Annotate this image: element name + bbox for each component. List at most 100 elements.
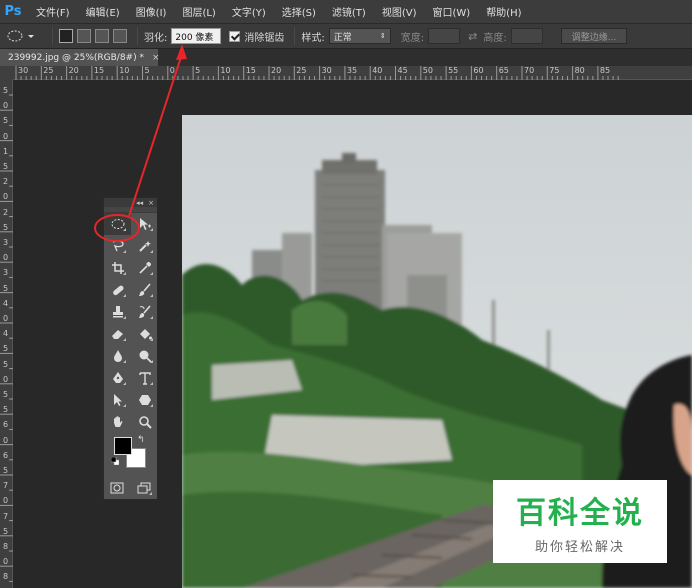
swap-colors-icon[interactable]: ↰ bbox=[137, 435, 145, 445]
antialias-checkbox[interactable] bbox=[229, 30, 241, 42]
feather-label: 羽化: bbox=[144, 32, 168, 44]
photoshop-window: Ps 文件(F) 编辑(E) 图像(I) 图层(L) 文字(Y) 选择(S) 滤… bbox=[0, 0, 692, 588]
ruler-label: 5 bbox=[3, 116, 9, 126]
ruler-label: 70 bbox=[524, 66, 535, 75]
menu-view[interactable]: 视图(V) bbox=[382, 4, 417, 19]
quick-selection-tool[interactable] bbox=[131, 235, 158, 257]
ruler-horizontal[interactable]: 30 25 20 15 10 5 0 5 10 15 20 25 30 35 40 45 50 55 60 65 70 7… bbox=[13, 66, 692, 80]
ruler-label: 7 bbox=[3, 511, 9, 521]
ruler-label: 75 bbox=[549, 66, 560, 75]
feather-input[interactable]: 200 像素 bbox=[171, 28, 222, 44]
foreground-color-swatch[interactable] bbox=[114, 437, 132, 455]
path-selection-tool[interactable] bbox=[104, 389, 131, 411]
crop-icon bbox=[111, 262, 124, 274]
default-colors-icon[interactable] bbox=[111, 457, 119, 465]
color-swatches: ↰ bbox=[104, 433, 157, 477]
intersect-selection-icon[interactable] bbox=[113, 29, 127, 43]
menu-select[interactable]: 选择(S) bbox=[282, 4, 316, 19]
menu-image[interactable]: 图像(I) bbox=[136, 4, 167, 19]
water-drop-icon bbox=[113, 350, 122, 362]
style-select[interactable]: 正常 ⇕ bbox=[328, 28, 391, 44]
width-input[interactable] bbox=[428, 28, 461, 44]
history-brush-tool[interactable] bbox=[131, 301, 158, 323]
ruler-label: 25 bbox=[296, 66, 307, 75]
arrow-pointer-icon bbox=[113, 394, 122, 406]
hand-tool[interactable] bbox=[104, 411, 131, 433]
menu-type[interactable]: 文字(Y) bbox=[232, 4, 266, 19]
lasso-tool[interactable] bbox=[104, 235, 131, 257]
lasso-icon bbox=[112, 240, 124, 252]
ruler-label: 30 bbox=[18, 66, 29, 75]
dodge-tool[interactable] bbox=[131, 345, 158, 367]
ruler-label: 0 bbox=[3, 131, 9, 141]
height-input[interactable] bbox=[510, 28, 543, 44]
document-tab-bar: 239992.jpg @ 25%(RGB/8#) * × bbox=[0, 49, 692, 66]
ruler-label: 3 bbox=[3, 268, 9, 278]
collapse-panel-icon[interactable]: ◂◂ bbox=[136, 199, 143, 207]
ruler-label: 5 bbox=[3, 283, 9, 293]
menu-layer[interactable]: 图层(L) bbox=[182, 4, 215, 19]
ruler-label: 1 bbox=[3, 146, 9, 156]
brush-tool[interactable] bbox=[131, 279, 158, 301]
ruler-label: 0 bbox=[3, 435, 9, 445]
healing-brush-tool[interactable] bbox=[104, 279, 131, 301]
new-selection-icon[interactable] bbox=[59, 29, 73, 43]
zoom-tool[interactable] bbox=[131, 411, 158, 433]
move-tool[interactable] bbox=[131, 213, 158, 235]
menu-file[interactable]: 文件(F) bbox=[36, 4, 70, 19]
ruler-vertical[interactable]: 5 0 5 0 1 5 2 0 2 5 3 0 3 5 4 0 4 5 5 0 5 5 6 0 6 5 7 0 7 5 8 0 8 bbox=[0, 80, 13, 588]
watermark-subtitle: 助你轻松解决 bbox=[534, 540, 625, 555]
ruler-label: 85 bbox=[599, 66, 611, 75]
swap-dimensions-icon[interactable]: ⇄ bbox=[468, 30, 477, 43]
screen-mode-icon bbox=[137, 482, 151, 494]
quick-mask-button[interactable] bbox=[104, 477, 131, 499]
close-icon[interactable]: × bbox=[152, 53, 160, 63]
ruler-label: 5 bbox=[3, 390, 9, 399]
type-tool[interactable] bbox=[131, 367, 158, 389]
ruler-label: 45 bbox=[397, 66, 408, 75]
elliptical-marquee-tool[interactable] bbox=[104, 213, 131, 235]
screen-mode-button[interactable] bbox=[131, 477, 158, 499]
eraser-icon bbox=[111, 330, 123, 339]
tool-preset-picker[interactable] bbox=[6, 26, 46, 46]
elliptical-marquee-icon bbox=[111, 219, 124, 229]
ruler-label: 7 bbox=[3, 481, 9, 491]
document-tab[interactable]: 239992.jpg @ 25%(RGB/8#) * × bbox=[0, 49, 160, 66]
watermark-logo: 百科全说 助你轻松解决 bbox=[493, 480, 667, 563]
style-value: 正常 bbox=[333, 32, 352, 43]
ruler-label: 40 bbox=[372, 66, 383, 75]
quick-selection-icon bbox=[138, 241, 151, 252]
close-panel-icon[interactable]: × bbox=[148, 199, 154, 207]
crop-tool[interactable] bbox=[104, 257, 131, 279]
menu-filter[interactable]: 滤镜(T) bbox=[332, 4, 366, 19]
band-aid-icon bbox=[112, 285, 124, 296]
menu-edit[interactable]: 编辑(E) bbox=[86, 4, 120, 19]
ruler-label: 55 bbox=[448, 66, 459, 75]
separator bbox=[137, 27, 138, 45]
ruler-label: 5 bbox=[3, 344, 9, 354]
paint-bucket-tool[interactable] bbox=[131, 323, 158, 345]
add-to-selection-icon[interactable] bbox=[77, 29, 91, 43]
watermark-title: 百科全说 bbox=[516, 496, 644, 531]
ruler-corner[interactable] bbox=[0, 66, 13, 80]
ruler-label: 5 bbox=[3, 162, 9, 171]
refine-edge-button[interactable]: 调整边缘... bbox=[560, 28, 628, 44]
width-label: 宽度: bbox=[400, 32, 425, 44]
style-label: 样式: bbox=[301, 32, 325, 44]
ruler-label: 5 bbox=[195, 66, 201, 75]
ruler-label: 0 bbox=[3, 557, 9, 567]
subtract-from-selection-icon[interactable] bbox=[95, 29, 109, 43]
eraser-tool[interactable] bbox=[104, 323, 131, 345]
ruler-label: 5 bbox=[3, 222, 9, 232]
menu-help[interactable]: 帮助(H) bbox=[486, 4, 521, 19]
shape-tool[interactable] bbox=[131, 389, 158, 411]
clone-stamp-tool[interactable] bbox=[104, 301, 131, 323]
eyedropper-tool[interactable] bbox=[131, 257, 158, 279]
menu-window[interactable]: 窗口(W) bbox=[432, 4, 470, 19]
ruler-label: 0 bbox=[3, 496, 9, 506]
move-icon bbox=[139, 218, 151, 230]
ruler-label: 60 bbox=[473, 66, 484, 75]
pen-tool[interactable] bbox=[104, 367, 131, 389]
blur-tool[interactable] bbox=[104, 345, 131, 367]
pen-icon bbox=[112, 372, 123, 383]
